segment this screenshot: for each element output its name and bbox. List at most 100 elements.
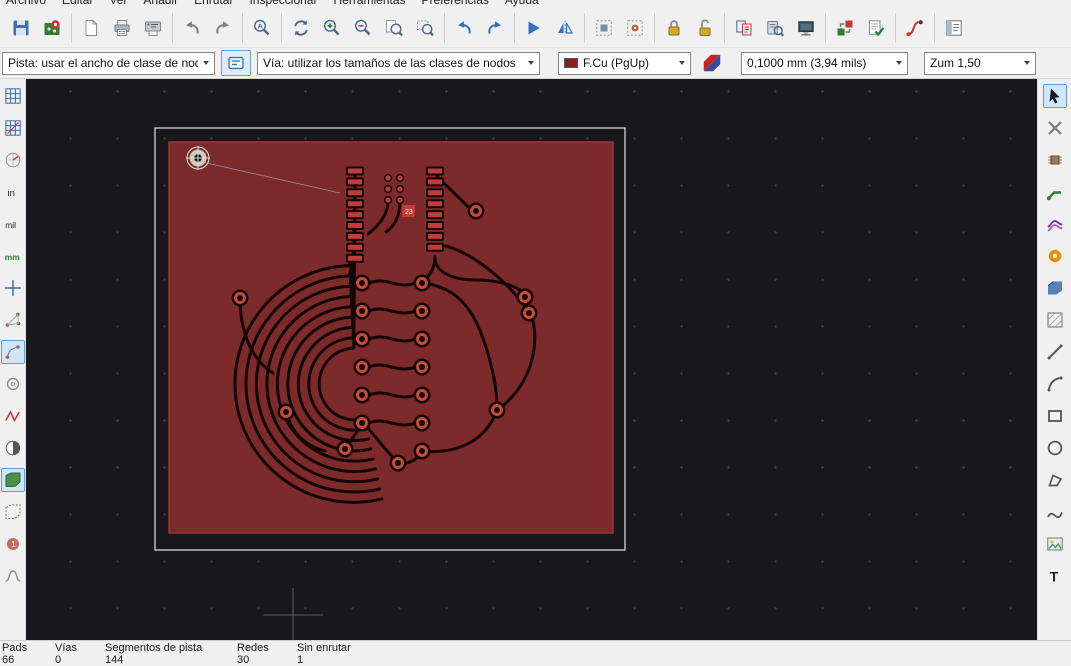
flip-view-button[interactable] [520, 14, 548, 42]
update-pcb-button[interactable] [831, 14, 859, 42]
add-text-button[interactable]: T [1043, 564, 1067, 588]
microwave-tools-button[interactable] [1, 564, 25, 588]
print-button[interactable] [108, 14, 136, 42]
ratsnest-visibility-button[interactable] [1, 308, 25, 332]
route-diff-pairs-button[interactable] [1043, 212, 1067, 236]
unlock-button[interactable] [691, 14, 719, 42]
panel-icon [946, 19, 962, 36]
svg-text:mm: mm [4, 252, 20, 262]
board-setup-button[interactable] [38, 14, 66, 42]
units-mil-button[interactable]: mil [1, 212, 25, 236]
page-settings-icon [85, 19, 97, 36]
pcb-canvas[interactable]: 23 [26, 79, 1037, 640]
via-size-combo[interactable]: Vía: utilizar los tamaños de las clases … [257, 51, 540, 75]
add-rule-area-button[interactable] [1043, 308, 1067, 332]
layer-pair-button[interactable] [697, 50, 727, 76]
redo-icon [216, 20, 229, 34]
toolbar-group [826, 12, 896, 43]
menu-item[interactable]: Herramientas [333, 0, 405, 7]
polar-coords-button[interactable] [1, 148, 25, 172]
draw-arc-icon [1047, 376, 1062, 392]
drc-button[interactable] [862, 14, 890, 42]
route-tracks-button[interactable] [1043, 180, 1067, 204]
menu-item[interactable]: Inspeccionar [249, 0, 317, 7]
back-button[interactable] [450, 14, 478, 42]
menu-item[interactable]: Añadir [143, 0, 178, 7]
menu-item[interactable]: Editar [62, 0, 93, 7]
pad-numbers-button[interactable]: 1 [1, 532, 25, 556]
select-tool-button[interactable] [1042, 84, 1067, 108]
grid-combo[interactable]: 0,1000 mm (3,94 mils) [741, 51, 908, 75]
cursor-crosshair-button[interactable] [1, 276, 25, 300]
save-button[interactable] [7, 14, 35, 42]
high-contrast-button[interactable] [1, 436, 25, 460]
svg-text:T: T [1049, 569, 1058, 585]
add-filled-zone-button[interactable] [1043, 276, 1067, 300]
zoom-selection-button[interactable] [411, 14, 439, 42]
track-width-combo[interactable]: Pista: usar el ancho de clase de nodo [2, 51, 215, 75]
zoom-page-button[interactable] [380, 14, 408, 42]
pad-mode-button[interactable] [621, 14, 649, 42]
status-pads-value: 66 [2, 654, 15, 666]
draw-arc-button[interactable] [1043, 372, 1067, 396]
library-browser-button[interactable] [761, 14, 789, 42]
curved-ratsnest-button[interactable] [0, 340, 25, 364]
menu-item[interactable]: Ver [109, 0, 127, 7]
netlist-button[interactable] [730, 14, 758, 42]
draw-circle-button[interactable] [1043, 436, 1067, 460]
layer-combo[interactable]: F.Cu (PgUp) [558, 51, 691, 75]
add-footprint-button[interactable] [1043, 148, 1067, 172]
sketch-pads-button[interactable] [1, 372, 25, 396]
zone-display-outline-button[interactable] [1, 500, 25, 524]
high-contrast-icon [5, 440, 20, 456]
plot-icon [145, 21, 161, 36]
grid-visibility-button[interactable] [1, 84, 25, 108]
zoom-in-button[interactable] [318, 14, 346, 42]
menu-item[interactable]: Archivo [6, 0, 46, 7]
lock-button[interactable] [660, 14, 688, 42]
units-mm-button[interactable]: mm [1, 244, 25, 268]
footprint-mode-button[interactable] [590, 14, 618, 42]
units-inch-button[interactable]: in [1, 180, 25, 204]
grid-axes-icon [4, 120, 21, 136]
find-button[interactable]: A [248, 14, 276, 42]
sketch-tracks-button[interactable] [1, 404, 25, 428]
curved-ratsnest-icon [5, 345, 20, 359]
zone-display-filled-button[interactable] [0, 468, 25, 492]
forward-icon [488, 20, 501, 34]
zoom-out-button[interactable] [349, 14, 377, 42]
grid-value: 0,1000 mm (3,94 mils) [747, 56, 867, 70]
right-toolbar: T [1037, 79, 1071, 640]
add-via-button[interactable] [1043, 244, 1067, 268]
mirror-view-button[interactable] [551, 14, 579, 42]
page-settings-button[interactable] [77, 14, 105, 42]
menu-item[interactable]: Enrutar [194, 0, 233, 7]
main-toolbar: A [0, 8, 1071, 48]
draw-line-button[interactable] [1043, 340, 1067, 364]
interactive-router-button[interactable] [901, 14, 929, 42]
layer-manager-button[interactable] [792, 14, 820, 42]
microwave-tools-icon [5, 570, 20, 582]
panel-button[interactable] [940, 14, 968, 42]
draw-rectangle-button[interactable] [1043, 404, 1067, 428]
redo-button[interactable] [209, 14, 237, 42]
draw-bezier-button[interactable] [1043, 500, 1067, 524]
menu-item[interactable]: Preferencias [422, 0, 489, 7]
zoom-combo[interactable]: Zum 1,50 [924, 51, 1036, 75]
plot-button[interactable] [139, 14, 167, 42]
draw-polygon-button[interactable] [1043, 468, 1067, 492]
menu-item[interactable]: Ayuda [505, 0, 539, 7]
refresh-button[interactable] [287, 14, 315, 42]
grid-axes-button[interactable] [1, 116, 25, 140]
zoom-selection-icon [417, 20, 434, 36]
highlight-net-button[interactable] [1043, 116, 1067, 140]
add-image-button[interactable] [1043, 532, 1067, 556]
interactive-router-icon [906, 19, 923, 36]
toolbar-group [2, 12, 72, 43]
library-browser-icon [767, 20, 785, 37]
status-nets-label: Redes [237, 642, 269, 654]
status-track-segments-label: Segmentos de pista [105, 642, 203, 654]
forward-button[interactable] [481, 14, 509, 42]
netclass-toggle-button[interactable] [221, 50, 251, 76]
undo-button[interactable] [178, 14, 206, 42]
